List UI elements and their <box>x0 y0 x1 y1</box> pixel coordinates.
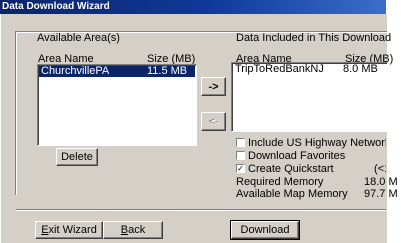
option-checkbox[interactable]: Download Favorites <box>236 150 386 162</box>
exit-wizard-button[interactable]: Exit Wizard <box>35 221 103 239</box>
remove-area-button[interactable]: <- <box>201 112 226 131</box>
list-item[interactable]: ChurchvillePA 11.5 MB <box>39 66 195 77</box>
option-label: Include US Highway Network (~39M <box>248 137 386 149</box>
delete-button[interactable]: Delete <box>56 148 98 166</box>
option-label: Download Favorites <box>248 150 346 162</box>
checkbox-icon[interactable] <box>236 138 245 147</box>
area-name: TripToRedBankNJ <box>235 63 324 75</box>
included-areas-list[interactable]: TripToRedBankNJ 8.0 MB <box>231 62 388 132</box>
available-memory-label: Available Map Memory <box>236 188 348 200</box>
footer-separator <box>16 209 386 210</box>
exit-wizard-label: Exit Wizard <box>41 224 97 236</box>
option-checkbox[interactable]: Include US Highway Network (~39M(~39M <box>236 137 386 149</box>
add-area-button[interactable]: -> <box>201 77 226 96</box>
checkbox-checked-icon[interactable]: ✓ <box>236 164 245 173</box>
area-size: 11.5 MB <box>147 65 188 77</box>
available-areas-heading: Available Area(s) <box>37 32 120 44</box>
checkbox-icon[interactable] <box>236 151 245 160</box>
available-areas-list[interactable]: ChurchvillePA 11.5 MB <box>37 64 197 146</box>
option-size-note: (<10M <box>374 163 386 175</box>
required-memory-label: Required Memory <box>236 176 324 188</box>
back-button[interactable]: Back <box>103 221 163 239</box>
option-label: Create Quickstart <box>248 163 334 175</box>
list-item[interactable]: TripToRedBankNJ 8.0 MB <box>233 64 386 75</box>
area-name: ChurchvillePA <box>41 65 110 77</box>
download-button[interactable]: Download <box>230 220 300 240</box>
title-bar[interactable]: Data Download Wizard <box>0 0 386 14</box>
window-title: Data Download Wizard <box>2 1 110 12</box>
included-heading: Data Included in This Download <box>236 32 392 44</box>
option-checkbox[interactable]: ✓Create Quickstart (<10M <box>236 163 386 175</box>
area-size: 8.0 MB <box>343 63 378 75</box>
required-memory-value: 18.0 M <box>364 176 398 188</box>
available-memory-value: 97.7 M <box>364 188 398 200</box>
back-label: Back <box>120 224 146 236</box>
